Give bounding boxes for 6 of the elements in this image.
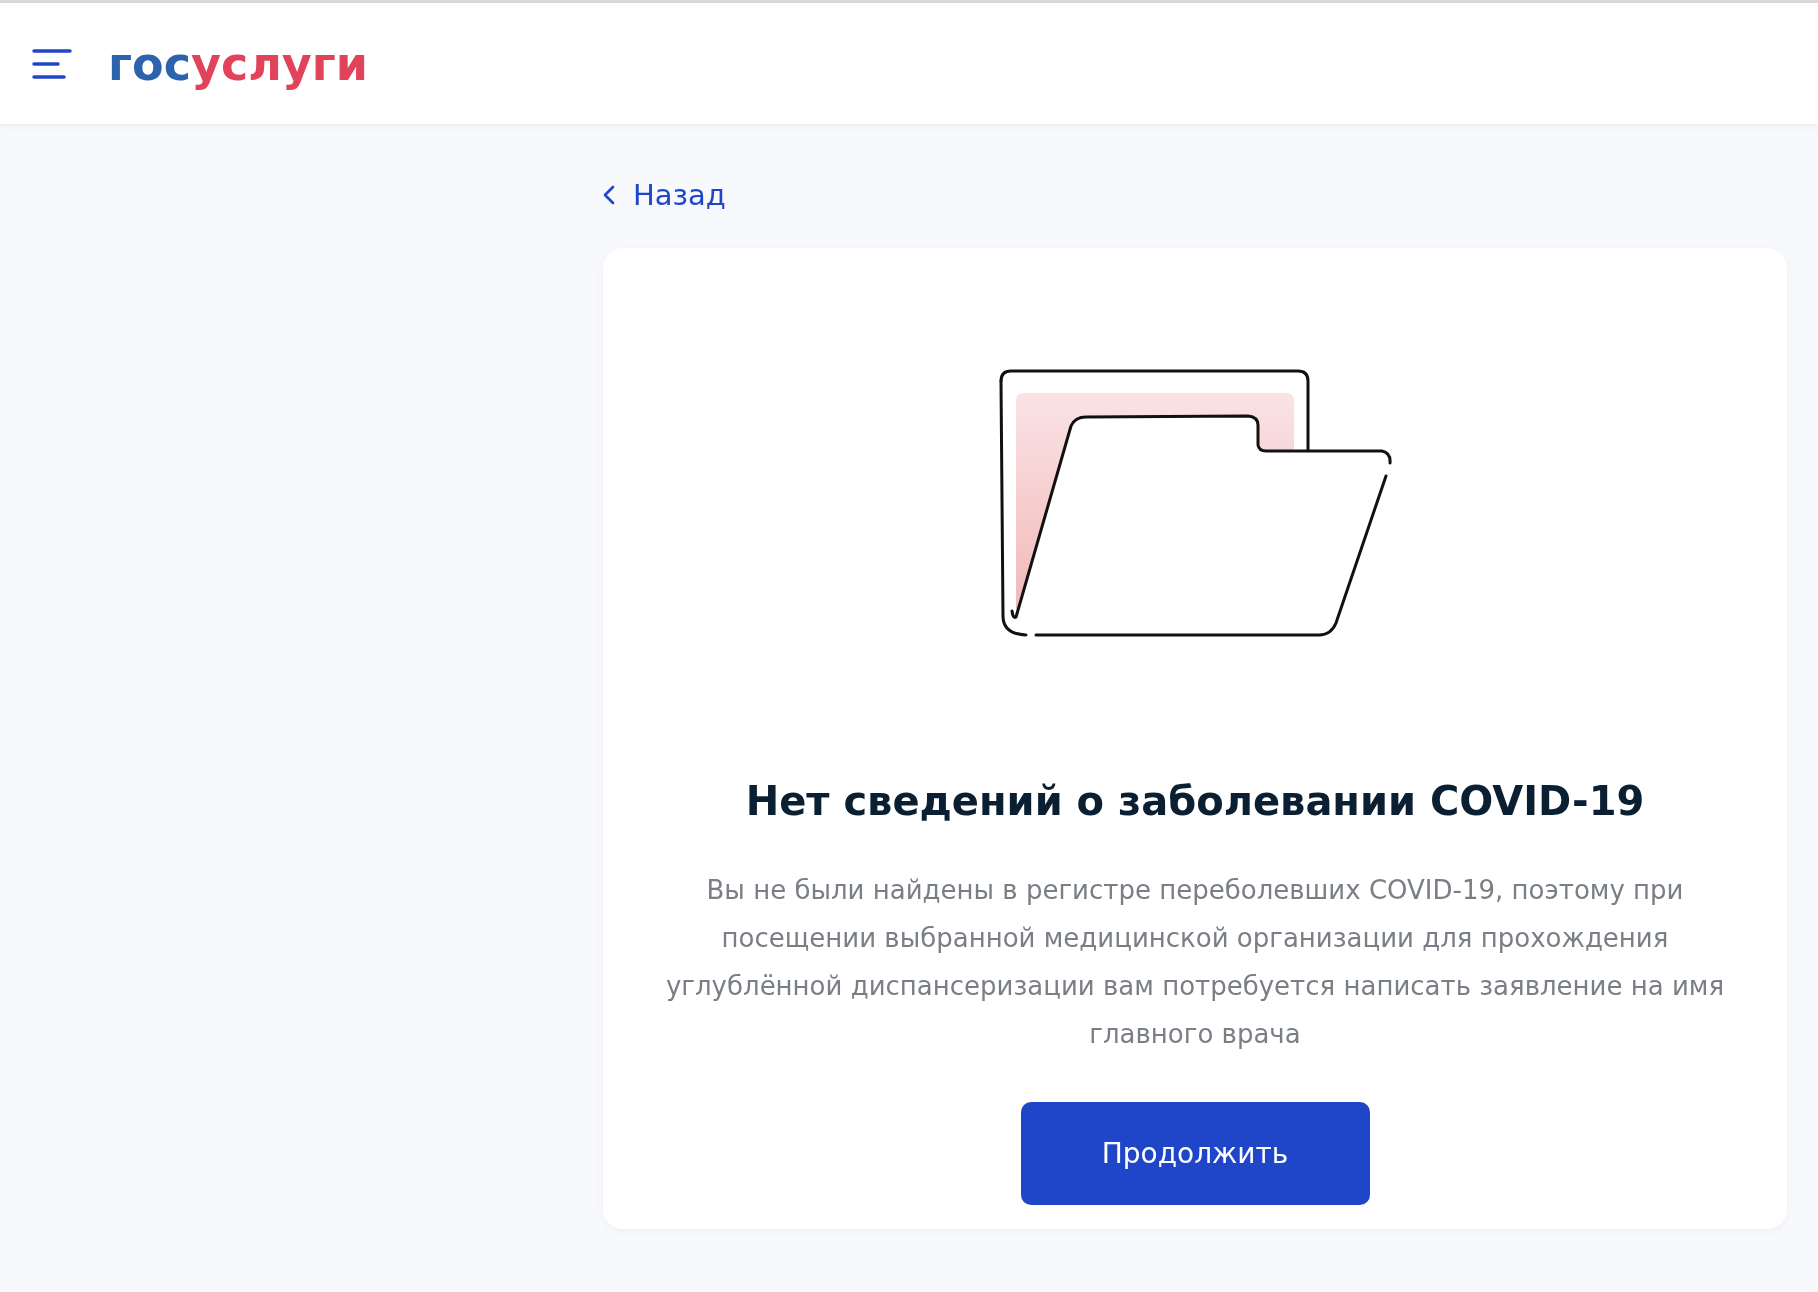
- card-title: Нет сведений о заболевании COVID-19: [745, 778, 1645, 824]
- continue-button[interactable]: Продолжить: [1020, 1102, 1370, 1205]
- card-description: Вы не были найдены в регистре переболевших COVID-19, поэтому при посещении выбранной медицинской организации для прохождения углублённой диспансеризации вам потребуется написать заявление на имя главного врача: [664, 874, 1726, 1051]
- chevron-left-icon: [603, 185, 615, 205]
- back-link[interactable]: Назад: [603, 178, 726, 212]
- menu-icon[interactable]: [32, 47, 72, 80]
